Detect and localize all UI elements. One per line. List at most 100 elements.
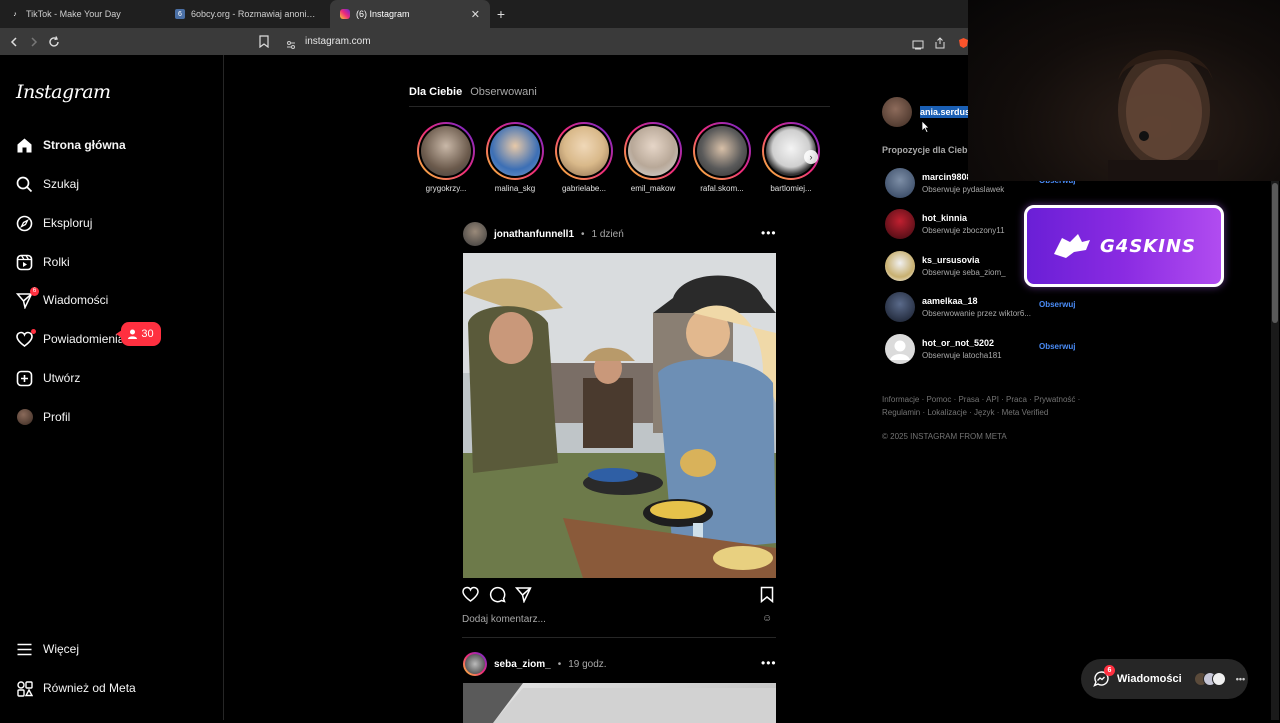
sidebar-item-meta[interactable]: Również od Meta bbox=[16, 675, 136, 701]
story-avatar bbox=[559, 126, 609, 176]
sidebar-item-search[interactable]: Szukaj bbox=[16, 171, 79, 197]
share-send-icon[interactable] bbox=[514, 586, 533, 604]
avatar[interactable] bbox=[885, 334, 915, 364]
post-image[interactable] bbox=[463, 253, 776, 578]
messages-pill[interactable]: 6 Wiadomości ••• bbox=[1081, 659, 1248, 699]
heart-icon bbox=[16, 328, 36, 348]
menu-icon bbox=[16, 641, 33, 658]
story-ring-inner bbox=[488, 124, 542, 178]
story-item[interactable]: emil_makow bbox=[623, 122, 683, 193]
instagram-logo[interactable]: Instagram bbox=[16, 81, 111, 103]
sidebar-item-messages[interactable]: 6 Wiadomości bbox=[16, 286, 108, 313]
messenger-icon: 6 bbox=[16, 286, 39, 309]
sidebar-item-label: Więcej bbox=[43, 642, 80, 656]
story-item[interactable]: rafal.skom... bbox=[692, 122, 752, 193]
avatar[interactable] bbox=[463, 652, 487, 676]
story-ring bbox=[555, 122, 613, 180]
close-tab-icon[interactable]: ✕ bbox=[471, 8, 480, 21]
story-item[interactable]: grygokrzy... bbox=[416, 122, 476, 193]
tab-6obcy[interactable]: 6 6obcy.org - Rozmawiaj anonimowo :) bbox=[165, 0, 330, 28]
forward-icon[interactable] bbox=[24, 32, 44, 52]
chat-icon: 6 bbox=[175, 9, 185, 19]
sidebar-item-explore[interactable]: Eksploruj bbox=[16, 210, 92, 236]
back-icon[interactable] bbox=[4, 32, 24, 52]
suggestion-username[interactable]: marcin9808 bbox=[922, 172, 972, 182]
new-tab-button[interactable]: + bbox=[490, 0, 512, 28]
url-text[interactable]: instagram.com bbox=[305, 36, 371, 47]
suggestion-username[interactable]: aamelkaa_18 bbox=[922, 296, 978, 306]
story-avatar bbox=[697, 126, 747, 176]
follow-button[interactable]: Obserwuj bbox=[1039, 342, 1075, 351]
sidebar-item-reels[interactable]: Rolki bbox=[16, 249, 70, 275]
cursor-icon bbox=[921, 120, 930, 138]
avatar-wrap bbox=[16, 409, 33, 426]
comment-icon[interactable] bbox=[489, 586, 507, 604]
avatar[interactable] bbox=[885, 292, 915, 322]
sidebar-item-label: Powiadomienia bbox=[43, 332, 125, 346]
story-username: gabrielabe... bbox=[561, 184, 607, 193]
post-username[interactable]: jonathanfunnell1 bbox=[494, 229, 574, 240]
copyright: © 2025 INSTAGRAM FROM META bbox=[882, 432, 1007, 441]
tab-tiktok[interactable]: ♪ TikTok - Make Your Day bbox=[0, 0, 165, 28]
story-item[interactable]: malina_skg bbox=[485, 122, 545, 193]
post-actions bbox=[462, 586, 776, 606]
comment-input[interactable]: Dodaj komentarz... bbox=[462, 614, 546, 625]
suggestion-username[interactable]: ks_ursusovia bbox=[922, 255, 980, 265]
messenger-icon: 6 bbox=[1093, 665, 1115, 687]
post-image[interactable] bbox=[463, 683, 776, 723]
story-ring-inner bbox=[557, 124, 611, 178]
sidebar-item-create[interactable]: Utwórz bbox=[16, 365, 80, 391]
instagram-icon bbox=[340, 9, 350, 19]
avatar[interactable] bbox=[885, 168, 915, 198]
sidebar-item-profile[interactable]: Profil bbox=[16, 404, 70, 430]
follow-button[interactable]: Obserwuj bbox=[1039, 300, 1075, 309]
site-settings-icon[interactable] bbox=[286, 37, 296, 55]
search-icon bbox=[16, 176, 33, 193]
stories-tray: grygokrzy... malina_skg gabrielabe... em… bbox=[416, 122, 826, 202]
story-avatar bbox=[421, 126, 471, 176]
suggestion-username[interactable]: hot_kinnia bbox=[922, 213, 967, 223]
post-header: jonathanfunnell1 • 1 dzień bbox=[463, 222, 624, 246]
avatar[interactable] bbox=[463, 222, 487, 246]
footer-links[interactable]: Informacje · Pomoc · Prasa · API · Praca… bbox=[882, 393, 1082, 419]
story-ring-inner bbox=[695, 124, 749, 178]
current-username[interactable]: ania.serdus bbox=[920, 106, 971, 118]
more-options-icon[interactable]: ••• bbox=[761, 656, 777, 670]
like-heart-icon[interactable] bbox=[462, 586, 480, 604]
reload-icon[interactable] bbox=[44, 32, 64, 52]
avatar[interactable] bbox=[882, 97, 912, 127]
story-ring-inner bbox=[626, 124, 680, 178]
divider bbox=[409, 106, 830, 107]
avatar[interactable] bbox=[885, 251, 915, 281]
share-icon[interactable] bbox=[934, 36, 946, 54]
more-options-icon[interactable]: ••• bbox=[761, 226, 777, 240]
more-dots-icon: ••• bbox=[1235, 674, 1246, 684]
tab-following[interactable]: Obserwowani bbox=[470, 86, 537, 98]
post-username[interactable]: seba_ziom_ bbox=[494, 659, 551, 670]
feed-tabs: Dla Ciebie Obserwowani bbox=[409, 86, 537, 98]
messages-badge: 6 bbox=[1104, 665, 1115, 676]
cast-icon[interactable] bbox=[912, 37, 924, 55]
sidebar-item-home[interactable]: Strona główna bbox=[16, 132, 126, 158]
suggestion-item: hot_or_not_5202 Obserwuje latocha181 Obs… bbox=[885, 334, 1080, 366]
story-ring-inner bbox=[419, 124, 473, 178]
emoji-icon[interactable]: ☺ bbox=[762, 613, 772, 624]
sidebar-item-label: Szukaj bbox=[43, 177, 80, 191]
story-username: emil_makow bbox=[630, 184, 676, 193]
notification-count-popup[interactable]: 30 bbox=[116, 322, 161, 346]
story-item[interactable]: gabrielabe... bbox=[554, 122, 614, 193]
chevron-right-icon[interactable]: › bbox=[804, 150, 818, 164]
suggestion-username[interactable]: hot_or_not_5202 bbox=[922, 338, 994, 348]
post-header: seba_ziom_ • 19 godz. bbox=[463, 652, 607, 676]
bookmark-icon[interactable] bbox=[259, 35, 269, 53]
save-bookmark-icon[interactable] bbox=[760, 586, 778, 604]
sidebar-item-notifications[interactable]: Powiadomienia bbox=[16, 326, 124, 352]
avatar[interactable] bbox=[885, 209, 915, 239]
avatar-img bbox=[465, 654, 485, 674]
tab-instagram[interactable]: (6) Instagram ✕ bbox=[330, 0, 490, 28]
suggestion-subtitle: Obserwuje seba_ziom_ bbox=[922, 268, 1006, 277]
tab-for-you[interactable]: Dla Ciebie bbox=[409, 86, 462, 98]
user-icon bbox=[128, 329, 138, 339]
sidebar-item-more[interactable]: Więcej bbox=[16, 636, 79, 662]
scrollbar-thumb[interactable] bbox=[1272, 183, 1278, 323]
